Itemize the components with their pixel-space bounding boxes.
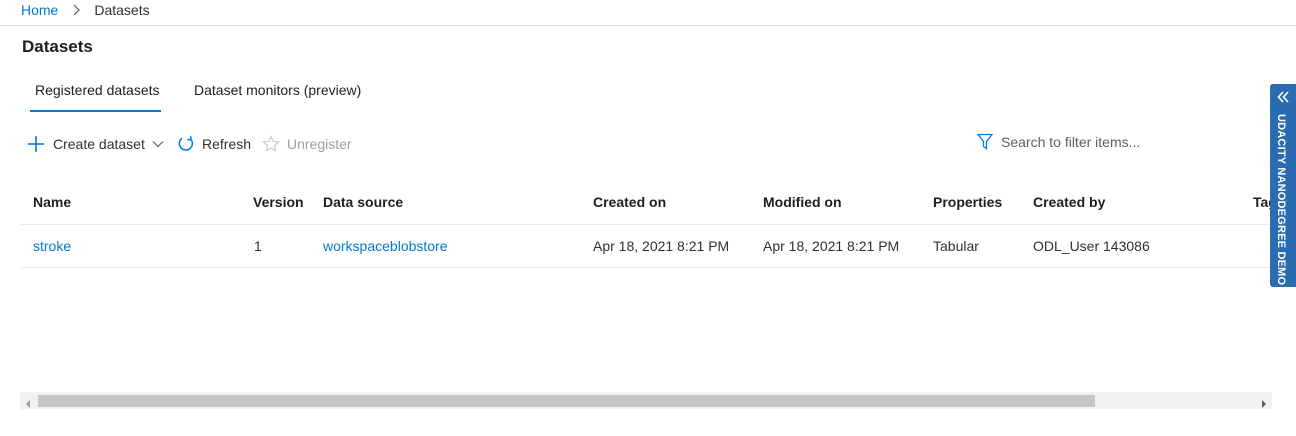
search-placeholder: Search to filter items... [1001,134,1141,150]
column-header-modified-on[interactable]: Modified on [763,194,842,210]
refresh-label: Refresh [202,136,252,152]
dataset-name-link[interactable]: stroke [33,238,71,254]
created-on-value: Apr 18, 2021 8:21 PM [593,238,730,254]
refresh-icon [177,135,195,153]
column-header-data-source[interactable]: Data source [323,194,403,210]
plus-icon [27,135,45,153]
tab-registered-datasets[interactable]: Registered datasets [35,82,160,98]
star-icon [262,135,280,153]
breadcrumb-home-link[interactable]: Home [21,2,58,18]
search-input[interactable]: Search to filter items... [977,132,1140,152]
divider [20,267,1272,268]
side-panel-toggle[interactable]: UDACITY NANODEGREE DEMO [1270,84,1296,287]
side-panel-label: UDACITY NANODEGREE DEMO [1275,114,1287,286]
breadcrumb: Home Datasets [21,0,150,20]
double-chevron-left-icon [1276,90,1290,107]
active-tab-indicator [30,110,161,112]
data-source-link[interactable]: workspaceblobstore [323,238,448,254]
created-by-value: ODL_User 143086 [1033,238,1150,254]
divider [0,25,1296,26]
refresh-button[interactable]: Refresh [177,134,251,154]
chevron-right-icon [72,4,81,16]
modified-on-value: Apr 18, 2021 8:21 PM [763,238,900,254]
scrollbar-thumb[interactable] [38,395,1095,407]
create-dataset-button[interactable]: Create dataset [27,134,164,154]
column-header-properties[interactable]: Properties [933,194,1002,210]
breadcrumb-current: Datasets [94,2,150,18]
properties-value: Tabular [933,238,979,254]
divider [20,224,1272,225]
unregister-button[interactable]: Unregister [262,134,352,154]
column-header-created-by[interactable]: Created by [1033,194,1105,210]
create-dataset-label: Create dataset [53,136,145,152]
page-title: Datasets [22,37,93,56]
dataset-version: 1 [254,238,262,254]
column-header-version[interactable]: Version [253,194,304,210]
tab-dataset-monitors[interactable]: Dataset monitors (preview) [194,82,361,98]
unregister-label: Unregister [287,136,352,152]
column-header-created-on[interactable]: Created on [593,194,666,210]
filter-icon [977,133,993,151]
column-header-tags[interactable]: Tag [1253,194,1270,210]
scroll-right-icon[interactable] [1261,396,1267,412]
scroll-left-icon[interactable] [25,396,31,412]
column-header-name[interactable]: Name [33,194,71,210]
chevron-down-icon [152,140,164,148]
